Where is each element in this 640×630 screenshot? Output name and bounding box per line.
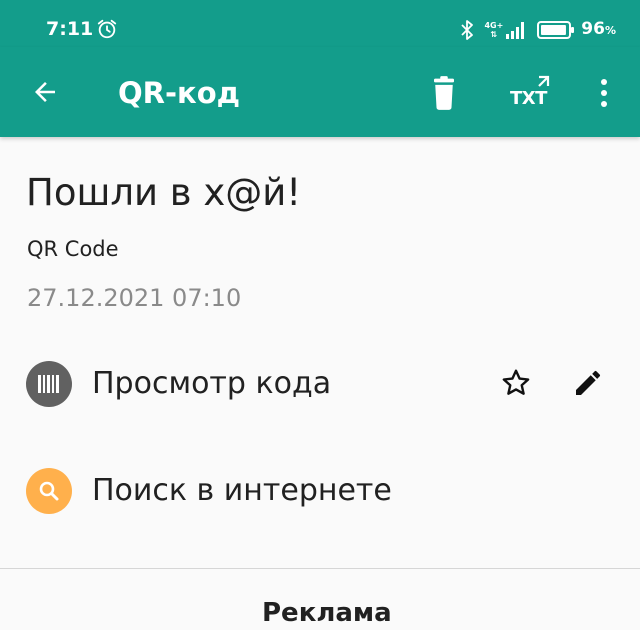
page-title: QR-код [118, 76, 241, 110]
web-search-action[interactable]: Поиск в интернете [0, 458, 640, 522]
battery-percent: 96% [581, 19, 616, 39]
edit-button[interactable] [566, 361, 610, 405]
view-code-label: Просмотр кода [92, 366, 332, 401]
barcode-icon [38, 375, 59, 393]
delete-button[interactable] [420, 69, 468, 117]
web-search-icon-circle [26, 468, 72, 514]
back-button[interactable] [22, 69, 68, 115]
more-vert-icon [601, 79, 607, 107]
more-options-button[interactable] [580, 69, 628, 117]
app-toolbar: QR-код TXT [0, 47, 640, 137]
trash-icon [434, 76, 454, 110]
web-search-label: Поиск в интернете [92, 473, 392, 508]
status-indicators: 4G+ ⇅ 96% [460, 17, 616, 43]
alarm-icon [97, 19, 117, 39]
view-code-action[interactable]: Просмотр кода [0, 351, 640, 415]
network-type: 4G+ ⇅ [484, 21, 504, 39]
status-time: 7:11 [46, 18, 94, 40]
divider [0, 568, 640, 569]
export-txt-button[interactable]: TXT [504, 69, 552, 117]
status-bar: 7:11 4G+ ⇅ 96% [0, 0, 640, 47]
signal-icon [506, 22, 525, 39]
scanned-content: Пошли в х@й! [26, 171, 302, 214]
code-format: QR Code [27, 237, 119, 261]
arrow-up-right-icon [538, 75, 550, 87]
scan-timestamp: 27.12.2021 07:10 [27, 284, 242, 312]
ad-label: Реклама [262, 598, 392, 628]
txt-export-icon: TXT [506, 75, 550, 111]
favorite-button[interactable] [494, 361, 538, 405]
search-icon [39, 481, 59, 501]
bluetooth-icon [461, 20, 474, 40]
arrow-left-icon [35, 82, 55, 102]
view-code-icon-circle [26, 361, 72, 407]
txt-label: TXT [510, 88, 547, 109]
star-outline-icon [502, 369, 530, 395]
battery-icon [537, 21, 575, 39]
pencil-icon [576, 370, 601, 395]
